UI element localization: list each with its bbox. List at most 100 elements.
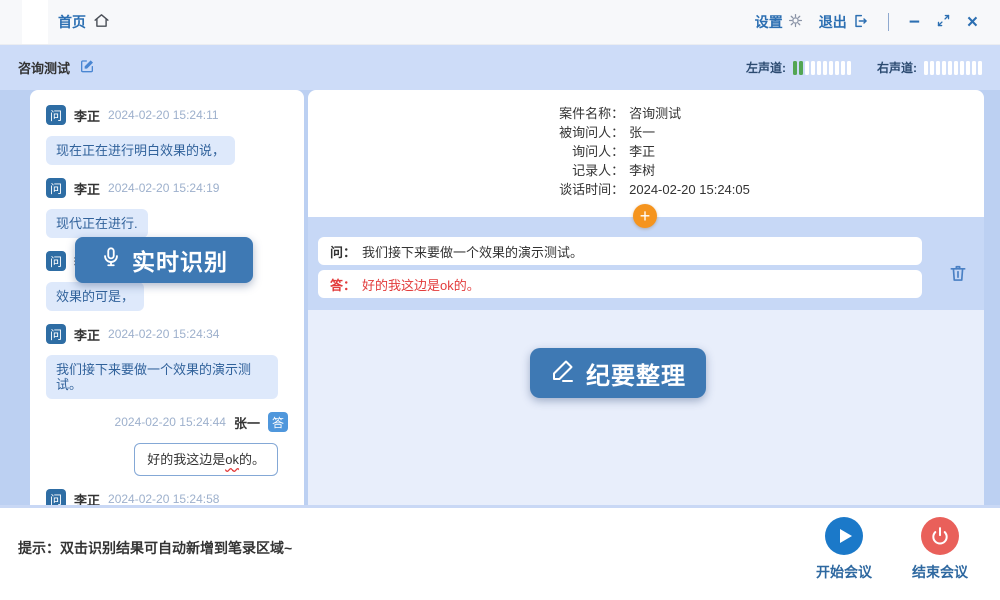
message-time: 2024-02-20 15:24:44 [115, 415, 226, 429]
form-label: 案件名称： [542, 104, 624, 123]
exit-label: 退出 [819, 12, 847, 32]
chat-message: 问李正2024-02-20 15:24:34我们接下来要做一个效果的演示测试。 [46, 323, 288, 399]
qa-text: 好的我这边是ok的。 [362, 275, 480, 294]
form-row: 谈话时间：2024-02-20 15:24:05 [542, 180, 750, 199]
meter-bar [841, 61, 845, 75]
meter-bar [811, 61, 815, 75]
question-badge: 问 [46, 105, 66, 125]
message-speaker: 张一 [234, 413, 260, 432]
topbar-divider [888, 13, 889, 31]
end-meeting-label: 结束会议 [912, 562, 968, 582]
meter-bar [799, 61, 803, 75]
meter-bar [972, 61, 976, 75]
qa-text: 我们接下来要做一个效果的演示测试。 [362, 242, 583, 261]
home-link[interactable]: 首页 [58, 12, 110, 32]
meter-bar [954, 61, 958, 75]
meter-bar [978, 61, 982, 75]
settings-label: 设置 [755, 12, 783, 32]
message-time: 2024-02-20 15:24:11 [108, 108, 219, 122]
meter-bar [924, 61, 928, 75]
form-label: 记录人： [542, 161, 624, 180]
form-value: 张一 [629, 123, 655, 142]
message-time: 2024-02-20 15:24:19 [108, 181, 219, 195]
topbar-tab-highlight [22, 0, 48, 44]
app-window: 首页 设置 退出 − × [0, 0, 1000, 600]
close-button[interactable]: × [967, 13, 978, 32]
pencil-icon [550, 357, 576, 390]
chat-message: 问李正2024-02-20 15:24:11现在正在进行明白效果的说， [46, 104, 288, 165]
message-bubble[interactable]: 现在正在进行明白效果的说， [46, 136, 235, 165]
logout-icon [852, 13, 868, 32]
qa-prefix: 答： [330, 275, 356, 294]
meter-bar [942, 61, 946, 75]
form-row: 记录人： 李树 [542, 161, 750, 180]
exit-button[interactable]: 退出 [819, 12, 868, 32]
home-icon [93, 12, 110, 32]
left-channel-label: 左声道: [746, 59, 786, 76]
meter-bar [805, 61, 809, 75]
form-row: 案件名称： 咨询测试 [542, 104, 750, 123]
right-channel-label: 右声道: [877, 59, 917, 76]
hint-text: 提示：双击识别结果可自动新增到笔录区域~ [18, 538, 292, 558]
chat-message: 2024-02-20 15:24:44 张一答好的我这边是ok的。 [46, 411, 288, 476]
edit-session-icon[interactable] [79, 58, 95, 77]
power-icon [921, 517, 959, 555]
maximize-button[interactable] [936, 13, 951, 32]
top-bar: 首页 设置 退出 − × [0, 0, 1000, 45]
realtime-recognition-button[interactable]: 实时识别 [75, 237, 253, 283]
start-meeting-button[interactable]: 开始会议 [816, 517, 872, 582]
form-label: 被询问人： [542, 123, 624, 142]
message-bubble[interactable]: 好的我这边是ok的。 [134, 443, 278, 476]
footer-bar: 提示：双击识别结果可自动新增到笔录区域~ 开始会议 结束会议 [0, 505, 1000, 600]
meter-bar [936, 61, 940, 75]
form-row: 询问人： 李正 [542, 142, 750, 161]
play-icon [825, 517, 863, 555]
summary-section: 纪要整理 [308, 310, 984, 505]
add-record-button[interactable]: + [633, 204, 657, 228]
meter-bar [948, 61, 952, 75]
transcript-panel: 问李正2024-02-20 15:24:11现在正在进行明白效果的说，问李正20… [30, 90, 304, 505]
message-speaker: 李正 [74, 325, 100, 344]
message-time: 2024-02-20 15:24:34 [108, 327, 219, 341]
session-title: 咨询测试 [18, 58, 70, 77]
meter-bar [835, 61, 839, 75]
case-info-form: 案件名称： 咨询测试被询问人： 张一询问人： 李正记录人： 李树谈话时间：2024-02… [308, 90, 984, 217]
microphone-icon [100, 246, 122, 274]
meter-bar [817, 61, 821, 75]
meter-bar [930, 61, 934, 75]
record-panel: 案件名称： 咨询测试被询问人： 张一询问人： 李正记录人： 李树谈话时间：2024-02… [308, 90, 984, 505]
form-value: 李正 [629, 142, 655, 161]
session-title-bar: 咨询测试 左声道: 右声道: [0, 45, 1000, 90]
minimize-button[interactable]: − [909, 13, 920, 32]
form-value: 咨询测试 [629, 104, 681, 123]
message-bubble[interactable]: 效果的可是， [46, 282, 144, 311]
message-bubble[interactable]: 现代正在进行. [46, 209, 148, 238]
home-label: 首页 [58, 12, 86, 32]
end-meeting-button[interactable]: 结束会议 [912, 517, 968, 582]
message-time: 2024-02-20 15:24:58 [108, 492, 219, 505]
message-bubble[interactable]: 我们接下来要做一个效果的演示测试。 [46, 355, 278, 399]
qa-record-row[interactable]: 问： 我们接下来要做一个效果的演示测试。 [318, 237, 922, 265]
meter-bar [966, 61, 970, 75]
delete-record-icon[interactable] [948, 263, 968, 283]
question-badge: 问 [46, 489, 66, 505]
meter-bar [793, 61, 797, 75]
answer-badge: 答 [268, 412, 288, 432]
chat-message-list: 问李正2024-02-20 15:24:11现在正在进行明白效果的说，问李正20… [46, 104, 288, 505]
settings-button[interactable]: 设置 [755, 12, 803, 32]
form-value: 李树 [629, 161, 655, 180]
form-label: 询问人： [542, 142, 624, 161]
form-label: 谈话时间： [542, 180, 624, 199]
topbar-actions: 设置 退出 − × [755, 12, 978, 32]
channel-meters: 左声道: 右声道: [746, 59, 982, 76]
meter-bar [960, 61, 964, 75]
main-area: 问李正2024-02-20 15:24:11现在正在进行明白效果的说，问李正20… [0, 90, 1000, 505]
message-speaker: 李正 [74, 179, 100, 198]
qa-prefix: 问： [330, 242, 356, 261]
qa-record-row[interactable]: 答： 好的我这边是ok的。 [318, 270, 922, 298]
chat-message: 问李正2024-02-20 15:24:58然后我们现在。 [46, 488, 288, 505]
gear-icon [788, 13, 803, 31]
chat-message: 问李正2024-02-20 15:24:19现代正在进行. [46, 177, 288, 238]
meter-bar [823, 61, 827, 75]
summary-organize-button[interactable]: 纪要整理 [530, 348, 706, 398]
